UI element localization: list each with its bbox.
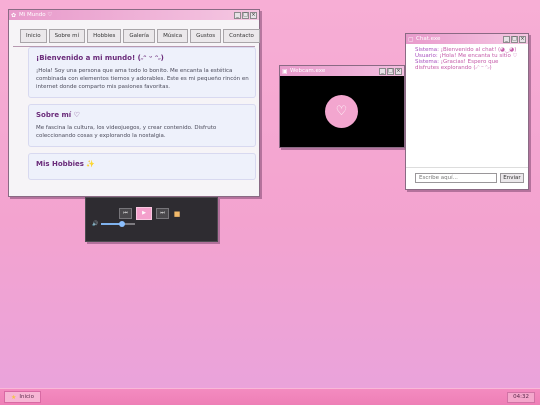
chat-maximize-button[interactable]: □ xyxy=(511,35,518,43)
volume-knob[interactable] xyxy=(118,221,125,227)
chat-icon: ▢ xyxy=(408,35,414,43)
taskbar: ★ Inicio 04:32 xyxy=(0,388,540,405)
play-button[interactable]: ▶ xyxy=(136,207,152,220)
webcam-window: ▣ Webcam.exe _ □ × ♡ xyxy=(279,65,405,148)
volume-icon: 🔊 xyxy=(92,221,99,227)
welcome-text: ¡Hola! Soy una persona que ama todo lo b… xyxy=(36,68,249,90)
main-window-title: Mi Mundo ♡ xyxy=(19,12,53,18)
nav-sobre-mi[interactable]: Sobre mí xyxy=(48,29,86,43)
main-window-titlebar[interactable]: ✿ Mi Mundo ♡ _ □ × xyxy=(9,10,259,20)
star-icon: ★ xyxy=(11,393,17,401)
stop-button[interactable]: ■ xyxy=(173,210,181,218)
send-button[interactable]: Enviar xyxy=(500,173,524,183)
nav-hobbies[interactable]: Hobbies xyxy=(87,29,122,43)
welcome-heading: ¡Bienvenido a mi mundo! (˶ᵔ ᵕ ᵔ˶) xyxy=(36,54,164,62)
chat-window: ▢ Chat.exe _ □ × Sistema: ¡Bienvenido al… xyxy=(405,33,529,190)
nav-contacto[interactable]: Contacto xyxy=(223,29,260,43)
webcam-title: Webcam.exe xyxy=(290,68,326,74)
about-card: Sobre mí ♡ Me fascina la cultura, los vi… xyxy=(28,104,256,147)
close-button[interactable]: × xyxy=(250,11,257,19)
nav-galeria[interactable]: Galería xyxy=(123,29,156,43)
star-icon: ✿ xyxy=(11,11,17,19)
maximize-button[interactable]: □ xyxy=(242,11,249,19)
about-text: Me fascina la cultura, los videojuegos, … xyxy=(36,125,217,139)
chat-input-row: Escribe aquí... Enviar xyxy=(415,173,524,183)
start-label: Inicio xyxy=(19,394,34,400)
previous-button[interactable]: ⏮ xyxy=(119,208,132,219)
welcome-card: ¡Bienvenido a mi mundo! (˶ᵔ ᵕ ᵔ˶) ¡Hola!… xyxy=(28,47,256,98)
webcam-close-button[interactable]: × xyxy=(395,67,402,75)
nav-gustos[interactable]: Gustos xyxy=(190,29,222,43)
chat-minimize-button[interactable]: _ xyxy=(503,35,510,43)
next-button[interactable]: ⏭ xyxy=(156,208,169,219)
webcam-maximize-button[interactable]: □ xyxy=(387,67,394,75)
nav-bar: Inicio Sobre mí Hobbies Galería Música G… xyxy=(13,25,260,47)
main-window: ✿ Mi Mundo ♡ _ □ × Inicio Sobre mí Hobbi… xyxy=(8,9,260,197)
hobbies-heading: Mis Hobbies ✨ xyxy=(36,160,96,168)
webcam-titlebar[interactable]: ▣ Webcam.exe _ □ × xyxy=(280,66,404,76)
chat-title: Chat.exe xyxy=(416,36,441,42)
chat-close-button[interactable]: × xyxy=(519,35,526,43)
webcam-minimize-button[interactable]: _ xyxy=(379,67,386,75)
chat-input[interactable]: Escribe aquí... xyxy=(415,173,497,183)
start-button[interactable]: ★ Inicio xyxy=(4,391,41,403)
chat-titlebar[interactable]: ▢ Chat.exe _ □ × xyxy=(406,34,528,44)
chat-message: Sistema: ¡Gracias! Espero que disfrutes … xyxy=(415,59,519,71)
volume-slider[interactable] xyxy=(101,221,136,227)
player-controls: ⏮ ▶ ⏭ ■ xyxy=(119,207,181,220)
nav-musica[interactable]: Música xyxy=(157,29,189,43)
chat-log[interactable]: Sistema: ¡Bienvenido al chat! (◕‿◕) Usua… xyxy=(406,44,528,168)
heart-icon: ♡ xyxy=(325,95,358,128)
hobbies-card: Mis Hobbies ✨ xyxy=(28,153,256,180)
nav-inicio[interactable]: Inicio xyxy=(20,29,47,43)
camera-icon: ▣ xyxy=(282,67,288,75)
media-player: ⏮ ▶ ⏭ ■ 🔊 xyxy=(85,197,218,242)
about-heading: Sobre mí ♡ xyxy=(36,111,80,119)
clock: 04:32 xyxy=(507,392,535,403)
content-area[interactable]: ¡Bienvenido a mi mundo! (˶ᵔ ᵕ ᵔ˶) ¡Hola!… xyxy=(22,47,260,189)
minimize-button[interactable]: _ xyxy=(234,11,241,19)
volume-control: 🔊 xyxy=(92,221,136,227)
